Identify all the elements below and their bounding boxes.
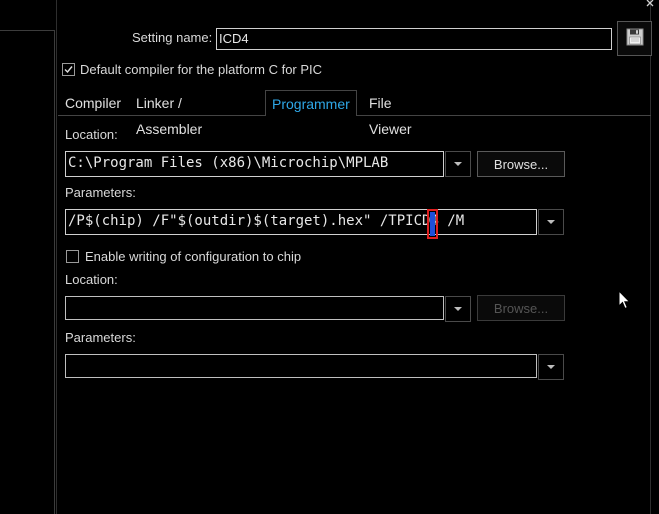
config-browse-button[interactable]: Browse... <box>477 295 565 321</box>
setting-name-label: Setting name: <box>132 30 213 45</box>
parameters-text-before: /P$(chip) /F"$(outdir)$(target).hex" <box>68 213 380 229</box>
mouse-cursor-icon <box>618 289 631 313</box>
highlight-box <box>427 209 438 239</box>
parameters-dropdown-button[interactable] <box>538 209 564 235</box>
left-panel <box>0 30 55 514</box>
tab-file-viewer[interactable]: File Viewer <box>363 90 418 137</box>
location-dropdown-button[interactable] <box>445 151 471 177</box>
config-location-label: Location: <box>65 272 118 287</box>
config-location-dropdown-button[interactable] <box>445 296 471 322</box>
config-parameters-label: Parameters: <box>65 330 136 345</box>
parameters-label: Parameters: <box>65 185 136 200</box>
browse-button[interactable]: Browse... <box>477 151 565 177</box>
parameters-input[interactable]: /P$(chip) /F"$(outdir)$(target).hex" /TP… <box>65 209 537 235</box>
chevron-down-icon <box>454 162 462 166</box>
default-compiler-option[interactable]: Default compiler for the platform C for … <box>62 62 322 77</box>
save-button[interactable] <box>617 21 652 56</box>
config-parameters-dropdown-button[interactable] <box>538 354 564 380</box>
chevron-down-icon <box>547 365 555 369</box>
parameters-text-after: /TPICD4 /M <box>379 213 465 229</box>
checkmark-icon <box>64 66 73 74</box>
floppy-disk-icon <box>626 28 644 49</box>
tab-programmer[interactable]: Programmer <box>265 90 357 116</box>
enable-config-option[interactable]: Enable writing of configuration to chip <box>66 249 301 264</box>
location-input[interactable]: C:\Program Files (x86)\Microchip\MPLAB <box>65 151 444 177</box>
chevron-down-icon <box>547 220 555 224</box>
enable-config-checkbox[interactable] <box>66 250 79 263</box>
setting-name-input[interactable]: ICD4 <box>216 28 612 50</box>
tab-compiler[interactable]: Compiler <box>59 90 127 116</box>
config-location-input[interactable] <box>65 296 444 320</box>
default-compiler-label: Default compiler for the platform C for … <box>80 62 323 77</box>
default-compiler-checkbox[interactable] <box>62 63 75 76</box>
tab-linker-assembler[interactable]: Linker / Assembler <box>130 90 208 137</box>
config-parameters-input[interactable] <box>65 354 537 378</box>
close-icon[interactable] <box>643 0 659 10</box>
location-label: Location: <box>65 127 118 142</box>
enable-config-label: Enable writing of configuration to chip <box>85 249 302 264</box>
chevron-down-icon <box>454 307 462 311</box>
